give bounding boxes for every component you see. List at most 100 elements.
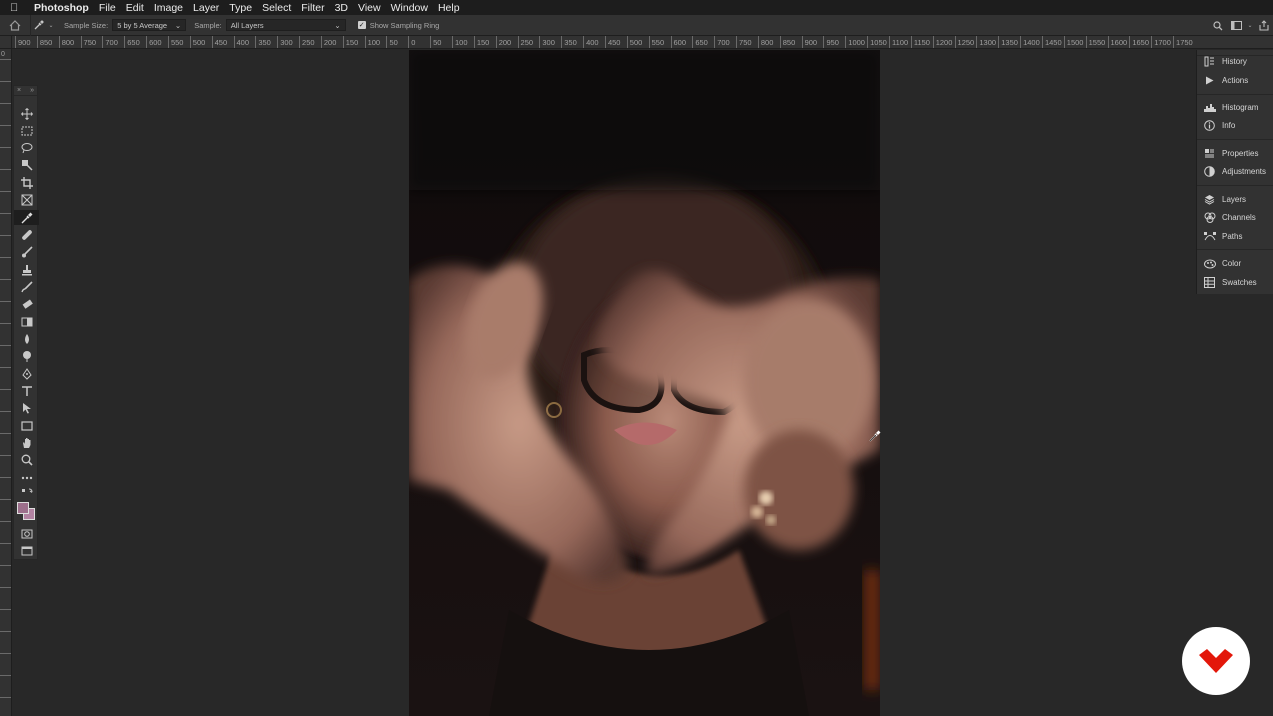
menu-select[interactable]: Select — [262, 2, 291, 14]
brush-tool-icon[interactable] — [14, 244, 39, 259]
panel-properties[interactable]: Properties — [1197, 145, 1273, 162]
type-tool-icon[interactable] — [14, 383, 39, 398]
panel-layers[interactable]: Layers — [1197, 191, 1273, 208]
blur-tool-icon[interactable] — [14, 331, 39, 346]
ruler-tick-label: 650 — [124, 36, 140, 48]
ruler-tick-label: 950 — [823, 36, 839, 48]
horizontal-ruler[interactable]: 900 850 800 750 700 650 600 550 500 450 400 350 300 2… — [12, 36, 1273, 49]
tool-preset-picker[interactable]: ⌄ — [30, 14, 56, 36]
eyedropper-icon — [35, 20, 45, 30]
histogram-icon — [1203, 101, 1216, 114]
apple-icon[interactable]:  — [10, 2, 24, 14]
sample-size-select[interactable]: 5 by 5 Average ⌄ — [112, 19, 187, 31]
document-photo[interactable] — [409, 50, 880, 716]
menu-filter[interactable]: Filter — [301, 2, 324, 14]
zoom-tool-icon[interactable] — [14, 452, 39, 467]
menu-3d[interactable]: 3D — [335, 2, 348, 14]
pen-tool-icon[interactable] — [14, 366, 39, 381]
menu-app-name[interactable]: Photoshop — [34, 2, 89, 14]
panel-info-label: Info — [1222, 121, 1236, 130]
dodge-tool-icon[interactable] — [14, 348, 39, 363]
tools-panel-header: × » — [14, 86, 37, 96]
hand-tool-icon[interactable] — [14, 435, 39, 450]
panel-adjustments[interactable]: Adjustments — [1197, 163, 1273, 180]
history-brush-tool-icon[interactable] — [14, 279, 39, 294]
eraser-tool-icon[interactable] — [14, 296, 39, 311]
crop-tool-icon[interactable] — [14, 175, 39, 190]
show-sampling-ring-checkbox[interactable]: ✓ Show Sampling Ring — [357, 21, 439, 30]
frame-tool-icon[interactable] — [14, 192, 39, 207]
workspace-icon[interactable] — [1227, 21, 1245, 30]
swap-colors-icon[interactable] — [14, 487, 39, 497]
paths-icon — [1203, 230, 1216, 243]
menu-layer[interactable]: Layer — [193, 2, 219, 14]
quick-select-tool-icon[interactable] — [14, 157, 39, 172]
ruler-tick-label: 900 — [801, 36, 817, 48]
panel-history-label: History — [1222, 57, 1247, 66]
chevron-down-icon: ⌄ — [334, 20, 341, 30]
ruler-tick-label: 1250 — [954, 36, 974, 48]
ruler-tick-label: 100 — [452, 36, 468, 48]
panel-channels[interactable]: Channels — [1197, 209, 1273, 226]
marquee-tool-icon[interactable] — [14, 123, 39, 138]
foreground-color-swatch[interactable] — [17, 502, 29, 514]
healing-brush-tool-icon[interactable] — [14, 227, 39, 242]
more-tools-icon[interactable] — [14, 470, 39, 485]
path-select-tool-icon[interactable] — [14, 400, 39, 415]
swatches-icon — [1203, 276, 1216, 289]
panel-swatches-label: Swatches — [1222, 278, 1257, 287]
chevron-down-icon[interactable]: ⌄ — [1245, 22, 1255, 29]
sample-select[interactable]: All Layers ⌄ — [225, 19, 346, 31]
panel-history[interactable]: History — [1197, 53, 1273, 70]
gradient-tool-icon[interactable] — [14, 314, 39, 329]
ruler-tick-label: 650 — [692, 36, 708, 48]
home-button[interactable] — [0, 15, 30, 36]
ruler-tick — [0, 565, 11, 566]
ruler-corner[interactable] — [0, 36, 12, 49]
ruler-tick-label: 250 — [299, 36, 315, 48]
panel-actions[interactable]: Actions — [1197, 72, 1273, 89]
expand-icon[interactable]: » — [30, 86, 34, 95]
ruler-tick-label: 100 — [364, 36, 380, 48]
ruler-tick-label: 200 — [495, 36, 511, 48]
layers-icon — [1203, 193, 1216, 206]
ruler-tick — [0, 389, 11, 390]
eyedropper-tool-icon[interactable] — [14, 210, 39, 225]
ruler-tick — [0, 433, 11, 434]
ruler-tick-label: 1200 — [932, 36, 952, 48]
move-tool-icon[interactable] — [14, 106, 39, 121]
menu-view[interactable]: View — [358, 2, 381, 14]
checkmark-icon: ✓ — [357, 21, 366, 29]
lasso-tool-icon[interactable] — [14, 140, 39, 155]
quick-mask-icon[interactable] — [14, 526, 39, 541]
menu-type[interactable]: Type — [229, 2, 252, 14]
panel-histogram-label: Histogram — [1222, 103, 1259, 112]
screen-mode-icon[interactable] — [14, 543, 39, 558]
clone-stamp-tool-icon[interactable] — [14, 262, 39, 277]
ruler-tick-label: 1300 — [976, 36, 996, 48]
panel-paths-label: Paths — [1222, 232, 1243, 241]
menu-edit[interactable]: Edit — [126, 2, 144, 14]
share-icon[interactable] — [1255, 20, 1273, 31]
search-icon[interactable] — [1209, 20, 1227, 31]
options-right-tools: ⌄ — [1209, 15, 1273, 36]
menu-help[interactable]: Help — [438, 2, 460, 14]
history-icon — [1203, 55, 1216, 68]
close-icon[interactable]: × — [17, 86, 21, 95]
ruler-tick-label: 1600 — [1107, 36, 1127, 48]
rectangle-tool-icon[interactable] — [14, 418, 39, 433]
ruler-tick-label: 750 — [80, 36, 96, 48]
vertical-ruler[interactable]: 0 — [0, 49, 12, 716]
menu-image[interactable]: Image — [154, 2, 183, 14]
panel-info[interactable]: Info — [1197, 117, 1273, 134]
panel-actions-label: Actions — [1222, 76, 1249, 85]
ruler-tick-label: 450 — [604, 36, 620, 48]
menu-file[interactable]: File — [99, 2, 116, 14]
panel-paths[interactable]: Paths — [1197, 228, 1273, 245]
menu-window[interactable]: Window — [391, 2, 428, 14]
channels-icon — [1203, 211, 1216, 224]
panel-swatches[interactable]: Swatches — [1197, 274, 1273, 291]
panel-histogram[interactable]: Histogram — [1197, 99, 1273, 116]
panel-color[interactable]: Color — [1197, 255, 1273, 272]
sample-size-label: Sample Size: — [64, 20, 109, 30]
